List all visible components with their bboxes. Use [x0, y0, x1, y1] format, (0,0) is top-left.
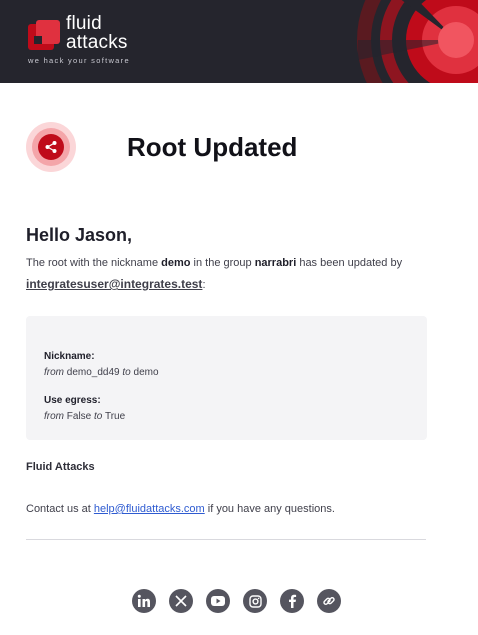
- youtube-icon[interactable]: [206, 589, 230, 613]
- greeting: Hello Jason,: [26, 225, 133, 245]
- brand-line-2: attacks: [66, 32, 128, 53]
- change-label: Nickname:: [44, 351, 95, 362]
- fluid-attacks-logo-icon: [28, 20, 60, 50]
- intro-suffix: :: [202, 279, 206, 291]
- divider: [26, 539, 426, 540]
- instagram-icon[interactable]: [243, 589, 267, 613]
- title-row: Root Updated: [0, 118, 478, 178]
- change-item-nickname: Nickname: from demo_dd49 to demo: [44, 351, 159, 378]
- change-label: Use egress:: [44, 395, 101, 406]
- change-value: from demo_dd49 to demo: [44, 367, 159, 378]
- linkedin-icon[interactable]: [132, 589, 156, 613]
- intro-part-1: The root with the nickname: [26, 257, 162, 269]
- brand-tagline: we hack your software: [28, 56, 130, 65]
- share-badge: [26, 122, 76, 172]
- social-links: [132, 589, 341, 613]
- changes-panel: Nickname: from demo_dd49 to demo Use egr…: [26, 316, 427, 440]
- facebook-icon[interactable]: [280, 589, 304, 613]
- change-value: from False to True: [44, 411, 126, 422]
- brand-name: fluid attacks: [66, 14, 128, 52]
- header-decoration-icon: [357, 0, 478, 83]
- page-title: Root Updated: [127, 132, 298, 162]
- link-icon[interactable]: [317, 589, 341, 613]
- x-icon[interactable]: [169, 589, 193, 613]
- share-icon: [45, 141, 57, 153]
- intro-text: The root with the nickname demo in the g…: [26, 257, 446, 292]
- updater-email-link[interactable]: integratesuser@integrates.test: [26, 278, 202, 291]
- signature: Fluid Attacks: [26, 461, 95, 473]
- change-item-use-egress: Use egress: from False to True: [44, 395, 125, 422]
- intro-part-2: in the group: [190, 257, 255, 269]
- brand-line-1: fluid: [66, 13, 102, 34]
- group-name: narrabri: [254, 257, 297, 269]
- contact-text: Contact us at help@fluidattacks.com if y…: [26, 503, 335, 515]
- email-header: fluid attacks we hack your software: [0, 0, 478, 83]
- help-email-link[interactable]: help@fluidattacks.com: [94, 503, 205, 515]
- intro-part-3: has been updated by: [296, 257, 403, 269]
- root-nickname: demo: [161, 257, 191, 269]
